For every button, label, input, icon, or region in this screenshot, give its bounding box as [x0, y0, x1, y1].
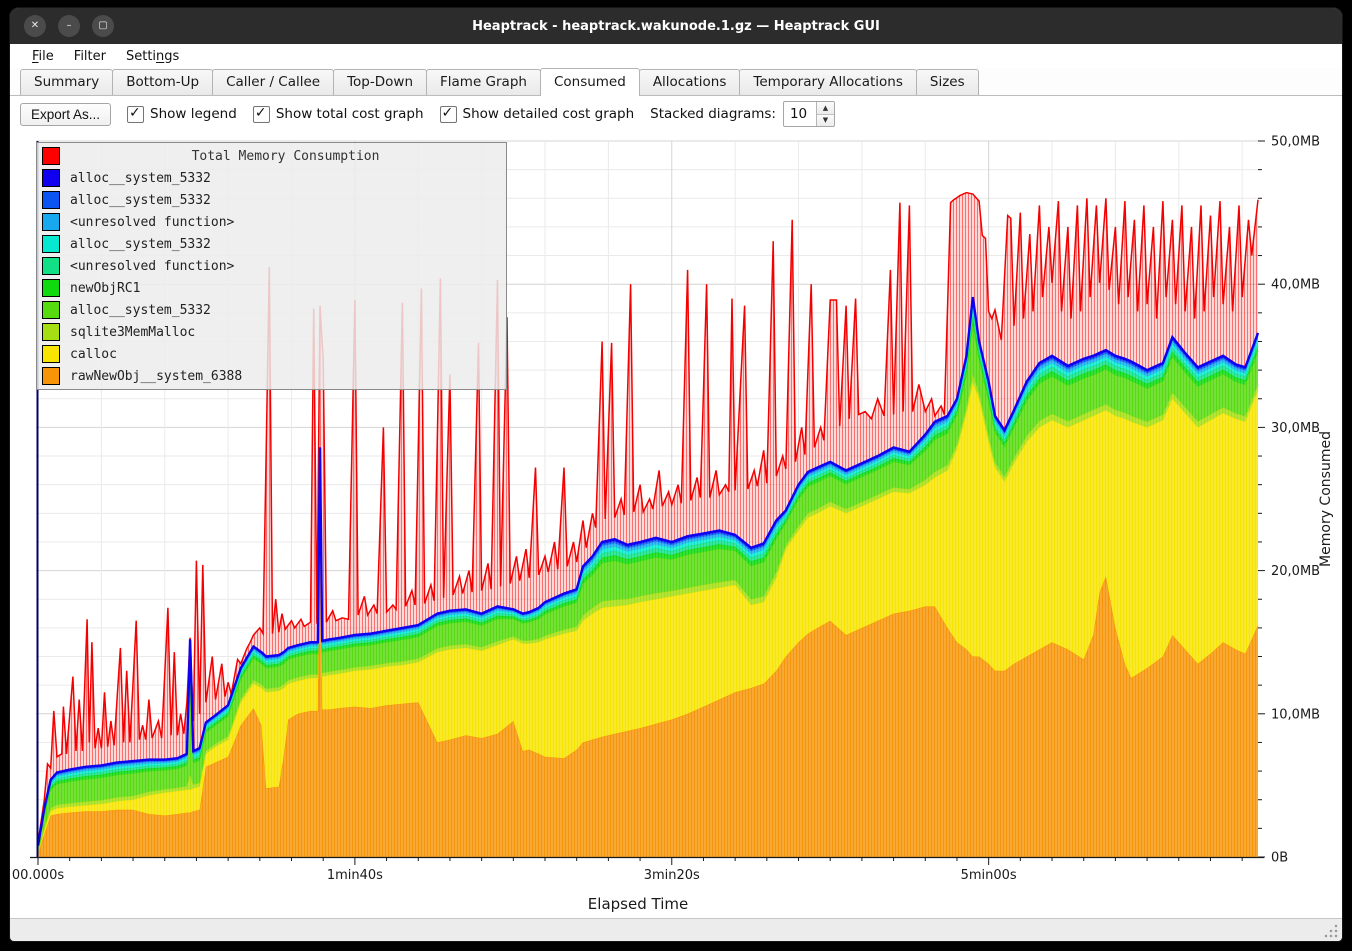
checkbox-show-legend[interactable]: Show legend [127, 106, 237, 123]
legend-swatch-icon [42, 257, 60, 275]
spin-down-icon[interactable]: ▼ [817, 115, 834, 127]
tab-flame-graph[interactable]: Flame Graph [426, 69, 541, 95]
close-button[interactable]: ✕ [24, 15, 46, 37]
legend-item-label: alloc__system_5332 [70, 237, 211, 252]
y-tick-label: 40,0MB [1271, 278, 1320, 293]
tab-sizes[interactable]: Sizes [916, 69, 979, 95]
y-tick-label: 20,0MB [1271, 564, 1320, 579]
legend-item-label: alloc__system_5332 [70, 303, 211, 318]
legend-swatch-icon [42, 367, 60, 385]
chart-legend: Total Memory Consumption alloc__system_53… [36, 142, 507, 390]
y-tick-label: 0B [1271, 851, 1288, 866]
legend-item-label: <unresolved function> [70, 215, 234, 230]
legend-item: calloc [37, 343, 506, 365]
memory-consumed-chart[interactable]: 00.000s 1min40s 3min20s 5min00s Elapsed Time… [10, 132, 1342, 918]
legend-swatch-icon [42, 301, 60, 319]
minimize-button[interactable]: – [58, 15, 80, 37]
y-tick-label: 30,0MB [1271, 421, 1320, 436]
y-tick-label: 50,0MB [1271, 135, 1320, 150]
checkbox-box-icon[interactable] [253, 106, 270, 123]
tab-consumed[interactable]: Consumed [540, 68, 640, 96]
legend-swatch-icon [42, 279, 60, 297]
menu-filter[interactable]: Filter [64, 47, 116, 66]
heaptrack-window: ✕–▢ Heaptrack - heaptrack.wakunode.1.gz … [10, 8, 1342, 941]
tab-allocations[interactable]: Allocations [639, 69, 741, 95]
y-tick-label: 10,0MB [1271, 707, 1320, 722]
tab-caller-callee[interactable]: Caller / Callee [212, 69, 334, 95]
stacked-diagrams-spinbox[interactable]: 10 ▲ ▼ [783, 101, 835, 127]
export-as-button[interactable]: Export As... [20, 103, 111, 126]
legend-item: alloc__system_5332 [37, 233, 506, 255]
stacked-diagrams-label: Stacked diagrams: [650, 106, 776, 122]
tab-summary[interactable]: Summary [20, 69, 113, 95]
x-tick-label: 1min40s [327, 868, 383, 883]
x-tick-label: 3min20s [644, 868, 700, 883]
legend-item-label: alloc__system_5332 [70, 171, 211, 186]
chart-toolbar: Export As... Show legend Show total cost … [10, 96, 1342, 132]
legend-item-label: alloc__system_5332 [70, 193, 211, 208]
legend-swatch-icon [42, 213, 60, 231]
legend-title-row: Total Memory Consumption [37, 145, 506, 167]
legend-item: rawNewObj__system_6388 [37, 365, 506, 387]
legend-item-label: newObjRC1 [70, 281, 140, 296]
legend-item-label: <unresolved function> [70, 259, 234, 274]
legend-item-label: calloc [70, 347, 117, 362]
spin-up-icon[interactable]: ▲ [817, 102, 834, 115]
title-bar[interactable]: ✕–▢ Heaptrack - heaptrack.wakunode.1.gz … [10, 8, 1342, 44]
checkbox-label: Show total cost graph [276, 106, 424, 122]
tab-bottom-up[interactable]: Bottom-Up [112, 69, 213, 95]
legend-swatch-icon [42, 169, 60, 187]
tab-bar: SummaryBottom-UpCaller / CalleeTop-DownF… [10, 68, 1342, 96]
menu-bar: FileFilterSettings [10, 44, 1342, 68]
legend-item: <unresolved function> [37, 211, 506, 233]
menu-file[interactable]: File [22, 47, 64, 66]
legend-swatch-icon [42, 191, 60, 209]
checkbox-group: Show legend Show total cost graph Show det… [127, 106, 634, 123]
checkbox-label: Show detailed cost graph [463, 106, 635, 122]
checkbox-show-detailed-cost-graph[interactable]: Show detailed cost graph [440, 106, 635, 123]
legend-title: Total Memory Consumption [70, 149, 501, 164]
menu-settings[interactable]: Settings [116, 47, 189, 66]
window-controls: ✕–▢ [24, 8, 114, 44]
status-bar [10, 918, 1342, 941]
legend-item: alloc__system_5332 [37, 167, 506, 189]
legend-item: <unresolved function> [37, 255, 506, 277]
stacked-diagrams-value[interactable]: 10 [784, 102, 816, 126]
window-title: Heaptrack - heaptrack.wakunode.1.gz — He… [10, 19, 1342, 34]
y-axis-title: Memory Consumed [1318, 431, 1334, 567]
resize-grip-icon[interactable] [1324, 924, 1338, 938]
legend-swatch-icon [42, 147, 60, 165]
legend-item: sqlite3MemMalloc [37, 321, 506, 343]
tab-temporary-allocations[interactable]: Temporary Allocations [739, 69, 916, 95]
legend-swatch-icon [42, 323, 60, 341]
legend-item: newObjRC1 [37, 277, 506, 299]
checkbox-label: Show legend [150, 106, 237, 122]
x-tick-label: 5min00s [961, 868, 1017, 883]
legend-item: alloc__system_5332 [37, 189, 506, 211]
checkbox-box-icon[interactable] [440, 106, 457, 123]
tab-top-down[interactable]: Top-Down [333, 69, 427, 95]
x-axis-title: Elapsed Time [588, 895, 688, 913]
legend-swatch-icon [42, 345, 60, 363]
legend-swatch-icon [42, 235, 60, 253]
legend-item: alloc__system_5332 [37, 299, 506, 321]
legend-item-label: rawNewObj__system_6388 [70, 369, 242, 384]
legend-item-label: sqlite3MemMalloc [70, 325, 195, 340]
checkbox-box-icon[interactable] [127, 106, 144, 123]
checkbox-show-total-cost-graph[interactable]: Show total cost graph [253, 106, 424, 123]
x-tick-label: 00.000s [12, 868, 64, 883]
maximize-button[interactable]: ▢ [92, 15, 114, 37]
